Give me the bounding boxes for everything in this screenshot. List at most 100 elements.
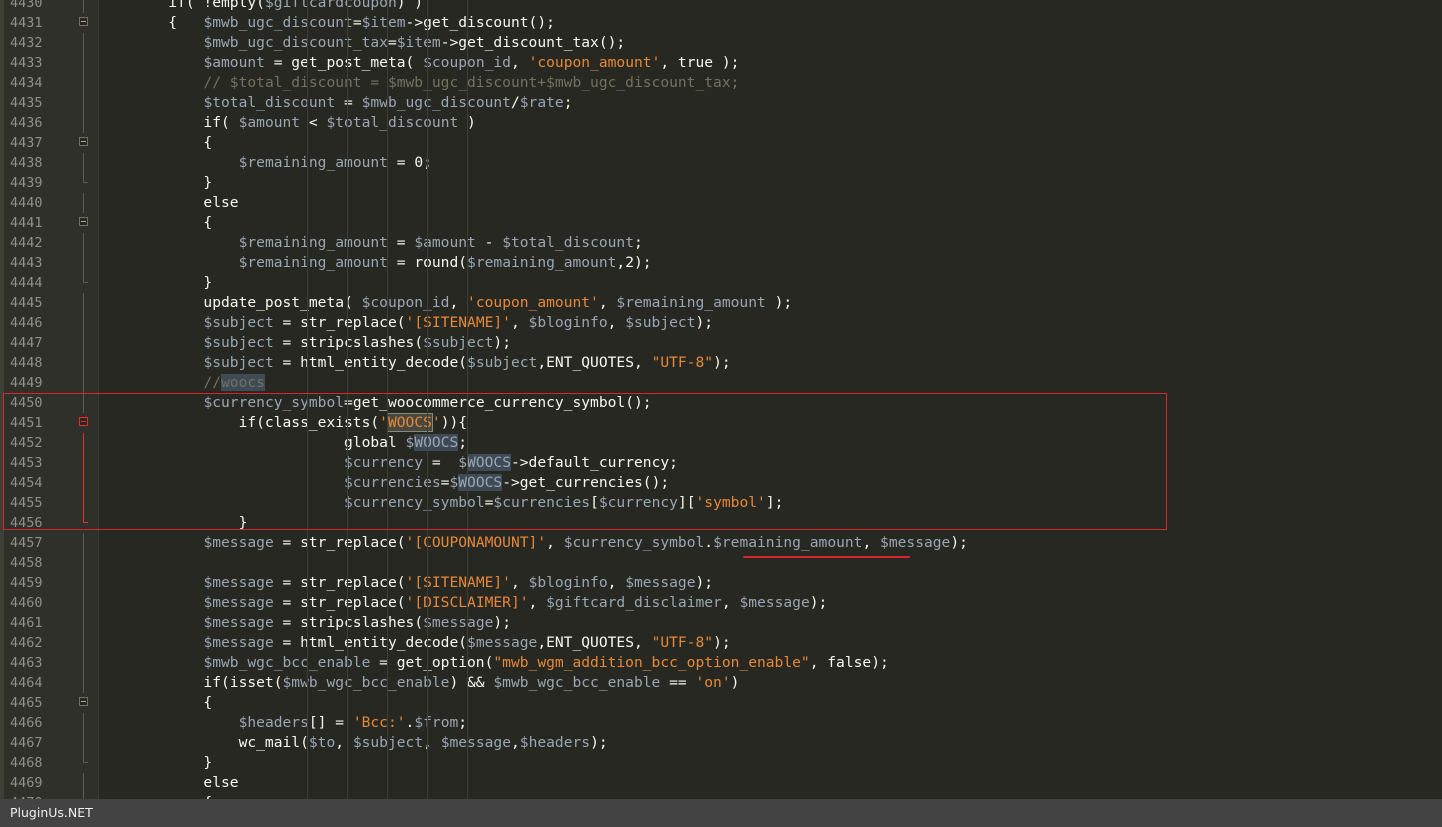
code-line[interactable]: 4445 update_post_meta( $coupon_id, 'coup…	[0, 293, 1442, 313]
indent-guide	[427, 673, 428, 693]
indent-guide	[427, 273, 428, 293]
variable-token: $subject	[467, 354, 538, 371]
fold-line	[83, 333, 84, 353]
code-token: <	[300, 114, 327, 131]
variable-token: $mwb_ugc_discount	[361, 94, 511, 111]
code-line[interactable]: 4468 }	[0, 753, 1442, 773]
fold-toggle-icon[interactable]	[79, 697, 88, 706]
code-line[interactable]: 4449 //woocs	[0, 373, 1442, 393]
indent-guide	[347, 693, 348, 713]
indent-guide	[427, 333, 428, 353]
code-line[interactable]: 4463 $mwb_wgc_bcc_enable = get_option("m…	[0, 653, 1442, 673]
code-line[interactable]: 4446 $subject = str_replace('[SITENAME]'…	[0, 313, 1442, 333]
string-token: "UTF-8"	[651, 634, 714, 651]
code-token: ,	[862, 534, 881, 551]
line-number: 4447	[10, 335, 43, 351]
code-line[interactable]: 4434 // $total_discount = $mwb_ugc_disco…	[0, 73, 1442, 93]
code-line[interactable]: 4438 $remaining_amount = 0;	[0, 153, 1442, 173]
indent-guide	[347, 353, 348, 373]
variable-token: $giftcardcoupon	[264, 0, 397, 11]
indent-guide	[307, 593, 308, 613]
line-number: 4434	[10, 75, 43, 91]
code-line[interactable]: 4444 }	[0, 273, 1442, 293]
indent-guide	[427, 613, 428, 633]
indent-guide	[347, 533, 348, 553]
indent-guide	[347, 253, 348, 273]
code-line[interactable]: 4466 $headers[] = 'Bcc:'.$from;	[0, 713, 1442, 733]
variable-token: $bloginfo	[528, 574, 608, 591]
indent-guide	[387, 133, 388, 153]
fold-toggle-icon[interactable]	[79, 137, 88, 146]
code-line[interactable]: 4464 if(isset($mwb_wgc_bcc_enable) && $m…	[0, 673, 1442, 693]
indent-guide	[467, 0, 468, 13]
code-token: = str_replace(	[273, 574, 406, 591]
line-number: 4439	[10, 175, 43, 191]
code-token: );	[493, 334, 511, 351]
code-line[interactable]: 4433 $amount = get_post_meta( $coupon_id…	[0, 53, 1442, 73]
code-line[interactable]: 4462 $message = html_entity_decode($mess…	[0, 633, 1442, 653]
fold-toggle-icon[interactable]	[79, 17, 88, 26]
variable-token: $subject	[423, 334, 494, 351]
indent-guide	[307, 13, 308, 33]
fold-toggle-icon[interactable]	[79, 217, 88, 226]
indent-guide	[467, 693, 468, 713]
code-token: else	[98, 774, 239, 791]
code-line[interactable]: 4442 $remaining_amount = $amount - $tota…	[0, 233, 1442, 253]
line-number: 4449	[10, 375, 43, 391]
indent-guide	[387, 173, 388, 193]
code-text: }	[98, 173, 212, 193]
string-token: 'coupon_amount'	[467, 294, 599, 311]
code-text: $message = html_entity_decode($message,E…	[98, 633, 730, 653]
code-text: //woocs	[98, 373, 265, 393]
code-line[interactable]: 4469 else	[0, 773, 1442, 793]
code-line[interactable]: 4443 $remaining_amount = round($remainin…	[0, 253, 1442, 273]
code-token: );	[713, 354, 731, 371]
code-line[interactable]: 4432 $mwb_ugc_discount_tax=$item->get_di…	[0, 33, 1442, 53]
code-line[interactable]: 4467 wc_mail($to, $subject, $message,$he…	[0, 733, 1442, 753]
indent-guide	[467, 673, 468, 693]
line-number: 4437	[10, 135, 43, 151]
code-line[interactable]: 4439 }	[0, 173, 1442, 193]
variable-token: $message	[467, 634, 538, 651]
line-number: 4465	[10, 695, 43, 711]
indent-guide	[307, 253, 308, 273]
indent-guide	[387, 553, 388, 573]
fold-line	[83, 233, 84, 253]
comment-token: // $total_discount = $mwb_ugc_discount+$…	[203, 74, 740, 91]
indent-guide	[347, 753, 348, 773]
indent-guide	[347, 733, 348, 753]
code-line[interactable]: 4448 $subject = html_entity_decode($subj…	[0, 353, 1442, 373]
code-line[interactable]: 4436 if( $amount < $total_discount )	[0, 113, 1442, 133]
code-line[interactable]: 4441 {	[0, 213, 1442, 233]
indent-guide	[347, 213, 348, 233]
code-editor[interactable]: 4430 if( !empty($giftcardcoupon) ) 4431 {…	[0, 0, 1442, 799]
code-line[interactable]: 4437 {	[0, 133, 1442, 153]
indent-guide	[467, 333, 468, 353]
indent-guide	[307, 93, 308, 113]
code-line[interactable]: 4457 $message = str_replace('[COUPONAMOU…	[0, 533, 1442, 553]
code-token: = html_entity_decode(	[273, 634, 468, 651]
indent-guide	[467, 593, 468, 613]
code-line[interactable]: 4459 $message = str_replace('[SITENAME]'…	[0, 573, 1442, 593]
indent-guide	[467, 33, 468, 53]
code-line[interactable]: 4430 if( !empty($giftcardcoupon) )	[0, 0, 1442, 13]
code-text: $message = str_replace('[DISCLAIMER]', $…	[98, 593, 827, 613]
code-token: =	[352, 14, 362, 31]
fold-line	[83, 733, 84, 753]
code-line[interactable]: 4460 $message = str_replace('[DISCLAIMER…	[0, 593, 1442, 613]
code-line[interactable]: 4440 else	[0, 193, 1442, 213]
code-line[interactable]: 4431 { $mwb_ugc_discount=$item->get_disc…	[0, 13, 1442, 33]
variable-token: $headers	[238, 714, 309, 731]
code-token: ;	[563, 94, 573, 111]
indent-guide	[467, 733, 468, 753]
indent-guide	[387, 593, 388, 613]
fold-line	[83, 313, 84, 333]
code-line[interactable]: 4465 {	[0, 693, 1442, 713]
code-line[interactable]: 4435 $total_discount = $mwb_ugc_discount…	[0, 93, 1442, 113]
code-line[interactable]: 4461 $message = stripcslashes($message);	[0, 613, 1442, 633]
code-line[interactable]: 4458	[0, 553, 1442, 573]
code-line[interactable]: 4447 $subject = stripcslashes($subject);	[0, 333, 1442, 353]
